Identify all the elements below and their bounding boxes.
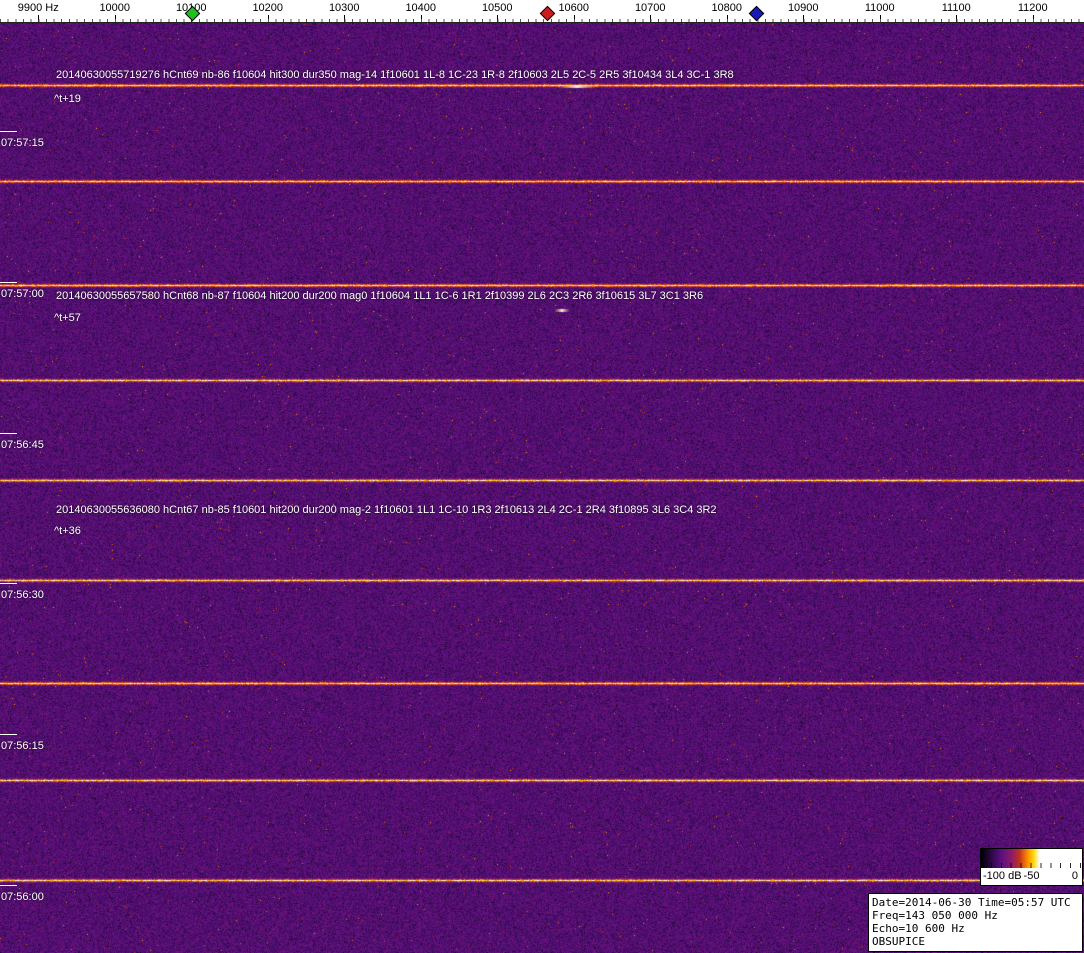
- freq-tick-label: 11200: [1018, 2, 1048, 14]
- freq-tick-label: 10200: [252, 2, 283, 14]
- freq-major-tick: [38, 15, 39, 22]
- freq-major-tick: [727, 15, 728, 22]
- info-station: OBSUPICE: [872, 935, 1079, 948]
- freq-major-tick: [574, 15, 575, 22]
- freq-tick-label: 11100: [942, 2, 971, 14]
- freq-tick-label: 11000: [865, 2, 895, 14]
- red-frequency-marker[interactable]: [540, 6, 556, 22]
- freq-tick-label: 10000: [99, 2, 130, 14]
- scale-label-min: -100 dB: [983, 868, 1022, 884]
- freq-tick-label: 10800: [711, 2, 742, 14]
- spectrogram-app: 9900 Hz100001010010200103001040010500106…: [0, 0, 1084, 953]
- db-scale-legend: -100 dB -50 0: [980, 848, 1083, 886]
- freq-major-tick: [880, 15, 881, 22]
- info-echo: Echo=10 600 Hz: [872, 922, 1079, 935]
- freq-tick-label: 9900 Hz: [18, 2, 59, 14]
- freq-tick-label: 10300: [329, 2, 360, 14]
- freq-major-tick: [1033, 15, 1034, 22]
- freq-major-tick: [497, 15, 498, 22]
- frequency-ruler: 9900 Hz100001010010200103001040010500106…: [0, 0, 1084, 23]
- freq-major-tick: [268, 15, 269, 22]
- color-scale-labels: -100 dB -50 0: [981, 868, 1082, 885]
- spectrogram-canvas: [0, 22, 1084, 953]
- color-scale-bar: [981, 849, 1082, 868]
- freq-major-tick: [421, 15, 422, 22]
- blue-frequency-marker[interactable]: [749, 6, 765, 22]
- freq-major-tick: [115, 15, 116, 22]
- info-frequency: Freq=143 050 000 Hz: [872, 909, 1079, 922]
- freq-tick-label: 10400: [405, 2, 436, 14]
- info-date-time: Date=2014-06-30 Time=05:57 UTC: [872, 896, 1079, 909]
- freq-major-tick: [956, 15, 957, 22]
- freq-major-tick: [344, 15, 345, 22]
- freq-major-tick: [650, 15, 651, 22]
- scale-label-max: 0: [1072, 868, 1078, 884]
- freq-tick-label: 10700: [635, 2, 666, 14]
- freq-tick-label: 10900: [788, 2, 819, 14]
- scale-label-mid: -50: [1024, 868, 1040, 884]
- freq-major-tick: [803, 15, 804, 22]
- freq-tick-label: 10600: [558, 2, 589, 14]
- freq-tick-label: 10500: [482, 2, 513, 14]
- info-box: Date=2014-06-30 Time=05:57 UTC Freq=143 …: [868, 893, 1083, 952]
